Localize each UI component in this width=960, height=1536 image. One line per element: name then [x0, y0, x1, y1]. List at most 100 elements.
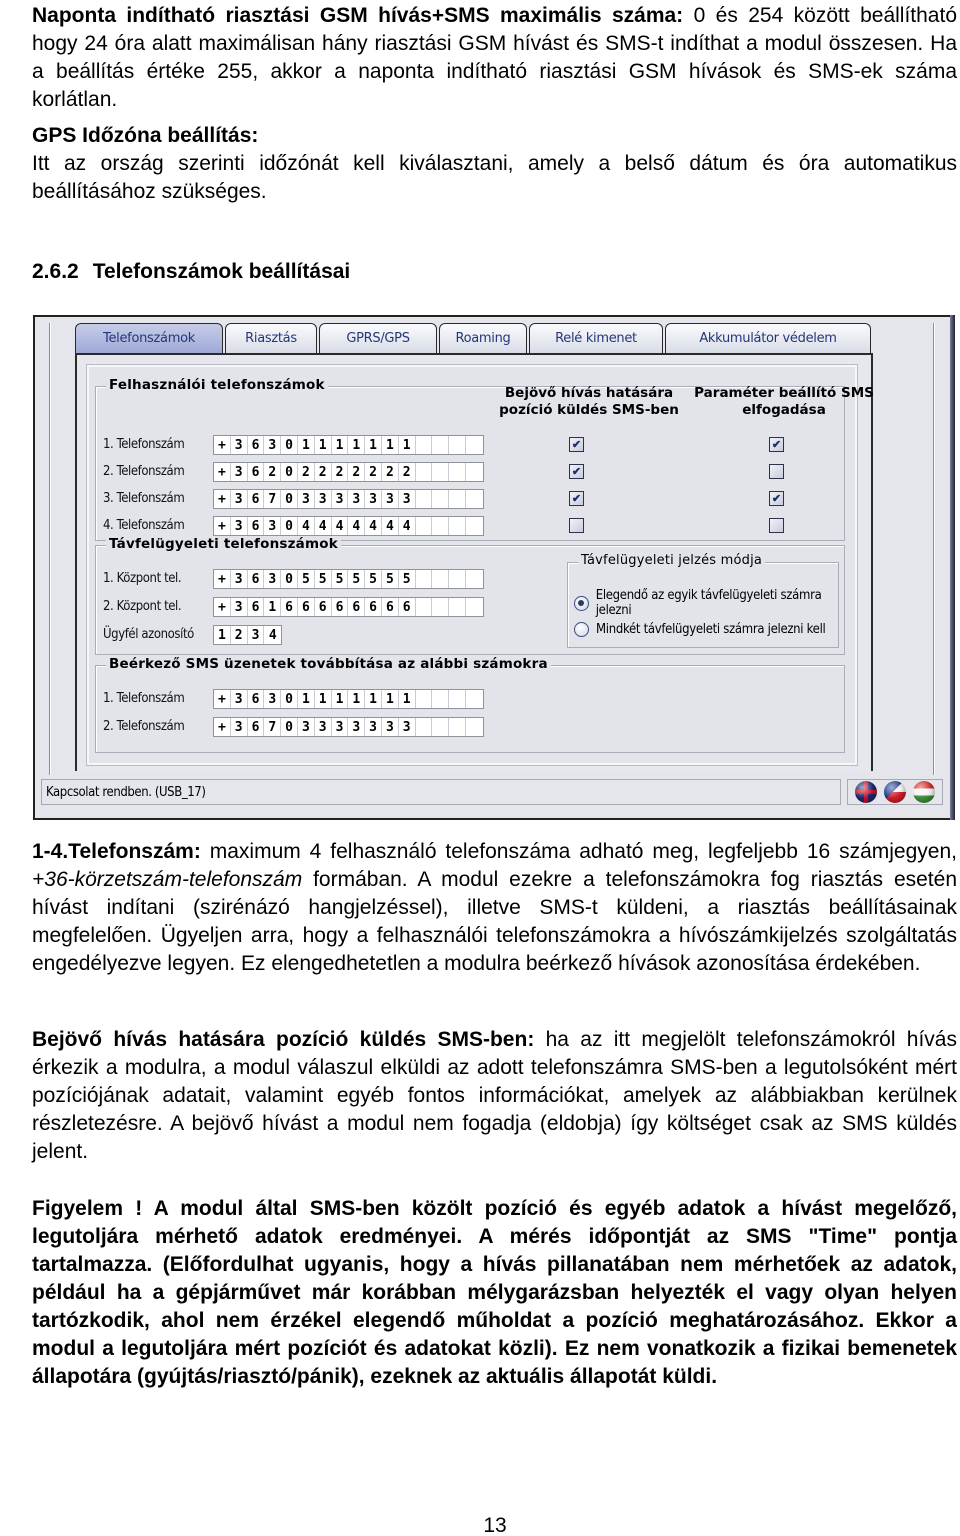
digit-cell: 1: [348, 436, 366, 454]
user-phone-1-field[interactable]: +3 6 3 0 1 1 1 1 1 1 1: [213, 435, 484, 455]
central-phone-1-field[interactable]: +3 6 3 0 5 5 5 5 5 5 5: [213, 569, 484, 589]
digit-cell: [432, 690, 450, 708]
digit-cell: 6: [365, 598, 382, 616]
digit-cell: 5: [298, 570, 315, 588]
digit-cell: 3: [348, 490, 366, 508]
digit-cell: [432, 463, 450, 481]
digit-cell: 6: [248, 490, 265, 508]
accept-sms-checkbox[interactable]: [769, 464, 784, 479]
tab-rele-kimenet[interactable]: Relé kimenet: [529, 323, 663, 353]
position-sms-checkbox[interactable]: ✔: [569, 464, 584, 479]
user-phone-4-field[interactable]: +3 6 3 0 4 4 4 4 4 4 4: [213, 516, 484, 536]
digit-cell: 5: [315, 570, 332, 588]
digit-cell: 1: [264, 598, 282, 616]
user-phone-2-label: 2. Telefonszám: [103, 464, 185, 479]
digit-cell: [416, 517, 433, 535]
digit-cell: 6: [248, 690, 265, 708]
position-sms-checkbox[interactable]: ✔: [569, 491, 584, 506]
digit-cell: 4: [332, 517, 349, 535]
group-title-signal-mode: Távfelügyeleti jelzés módja: [578, 553, 766, 568]
digit-cell: 2: [382, 463, 399, 481]
accept-sms-checkbox[interactable]: ✔: [769, 491, 784, 506]
position-sms-checkbox[interactable]: ✔: [569, 437, 584, 452]
hungarian-flag-icon[interactable]: [912, 781, 935, 803]
column-header-position-sms: Bejövő hívás hatására pozíció küldés SMS…: [489, 385, 689, 419]
digit-cell: 3: [231, 436, 248, 454]
digit-cell: 3: [365, 718, 382, 736]
group-forward-sms: Beérkező SMS üzenetek továbbítása az alá…: [95, 656, 845, 753]
radio-option-both-numbers[interactable]: Mindkét távfelügyeleti számra jelezni ke…: [574, 622, 826, 637]
digit-cell: 2: [332, 463, 349, 481]
digit-cell: 3: [332, 490, 349, 508]
user-phone-3-field[interactable]: +3 6 7 0 3 3 3 3 3 3 3: [213, 489, 484, 509]
tab-telefonszamok[interactable]: Telefonszámok: [75, 323, 223, 353]
accept-sms-checkbox[interactable]: [769, 518, 784, 533]
digit-cell: 0: [281, 517, 298, 535]
digit-cell: [449, 490, 466, 508]
accept-sms-checkbox[interactable]: ✔: [769, 437, 784, 452]
digit-cell: 6: [399, 598, 416, 616]
settings-window: Telefonszámok Riasztás GPRS/GPS Roaming …: [33, 315, 955, 820]
client-id-label: Ügyfél azonosító: [103, 627, 194, 642]
digit-cell: 0: [281, 718, 298, 736]
warning-text: Figyelem ! A modul által SMS-ben közölt …: [32, 1197, 957, 1388]
digit-cell: [449, 570, 466, 588]
digit-cell: [466, 690, 483, 708]
radio-option-one-number[interactable]: Elegendő az egyik távfelügyeleti számra …: [574, 588, 855, 618]
section-title: Telefonszámok beállításai: [92, 260, 351, 283]
group-title-forward-sms: Beérkező SMS üzenetek továbbítása az alá…: [106, 656, 551, 672]
digit-cell: 5: [365, 570, 382, 588]
digit-cell: 6: [248, 436, 265, 454]
section-number: 2.6.2: [32, 260, 79, 283]
client-id-field[interactable]: 1234: [213, 625, 283, 645]
window-frame-right: [933, 323, 935, 775]
digit-cell: [432, 436, 450, 454]
checkmark-icon: ✔: [771, 439, 782, 451]
digit-cell: 6: [248, 517, 265, 535]
digit-cell: 6: [248, 570, 265, 588]
user-phone-4-label: 4. Telefonszám: [103, 518, 185, 533]
digit-cell: 0: [281, 690, 298, 708]
digit-cell: 3: [231, 718, 248, 736]
tab-gprs-gps[interactable]: GPRS/GPS: [319, 323, 437, 353]
central-phone-2-field[interactable]: +3 6 1 6 6 6 6 6 6 6 6: [213, 597, 484, 617]
radio-button-selected[interactable]: [574, 595, 589, 611]
forward-phone-2-field[interactable]: +3 6 7 0 3 3 3 3 3 3 3: [213, 717, 484, 737]
digit-cell: [416, 463, 433, 481]
digit-cell: [432, 490, 450, 508]
digit-cell: +: [214, 570, 231, 588]
digit-cell: [449, 718, 466, 736]
forward-phone-1-field[interactable]: +3 6 3 0 1 1 1 1 1 1 1: [213, 689, 484, 709]
gps-timezone-text: Itt az ország szerinti időzónát kell kiv…: [32, 152, 957, 203]
czech-flag-icon[interactable]: [883, 781, 906, 803]
digit-cell: 1: [315, 436, 332, 454]
digit-cell: [416, 598, 433, 616]
digit-cell: +: [214, 463, 231, 481]
digit-cell: 3: [264, 690, 282, 708]
position-sms-checkbox[interactable]: [569, 518, 584, 533]
digit-cell: 0: [281, 490, 298, 508]
radio-button[interactable]: [574, 622, 589, 637]
uk-flag-icon[interactable]: [855, 781, 878, 803]
digit-cell: 4: [382, 517, 399, 535]
tab-roaming[interactable]: Roaming: [439, 323, 527, 353]
digit-cell: 4: [315, 517, 332, 535]
tab-riasztas[interactable]: Riasztás: [225, 323, 317, 353]
digit-cell: 1: [348, 690, 366, 708]
digit-cell: [416, 436, 433, 454]
user-phone-2-field[interactable]: +3 6 2 0 2 2 2 2 2 2 2: [213, 462, 484, 482]
digit-cell: 1: [298, 690, 315, 708]
digit-cell: 1: [332, 690, 349, 708]
digit-cell: 1: [365, 690, 382, 708]
digit-cell: 5: [399, 570, 416, 588]
digit-cell: 3: [248, 626, 265, 644]
digit-cell: 6: [248, 598, 265, 616]
digit-cell: +: [214, 598, 231, 616]
digit-cell: 3: [231, 463, 248, 481]
checkmark-icon: ✔: [571, 439, 582, 451]
tab-akkumulator-vedelem[interactable]: Akkumulátor védelem: [665, 323, 871, 353]
term-position-sms: Bejövő hívás hatására pozíció küldés SMS…: [32, 1028, 535, 1051]
digit-cell: 5: [382, 570, 399, 588]
digit-cell: [449, 517, 466, 535]
digit-cell: 6: [248, 463, 265, 481]
